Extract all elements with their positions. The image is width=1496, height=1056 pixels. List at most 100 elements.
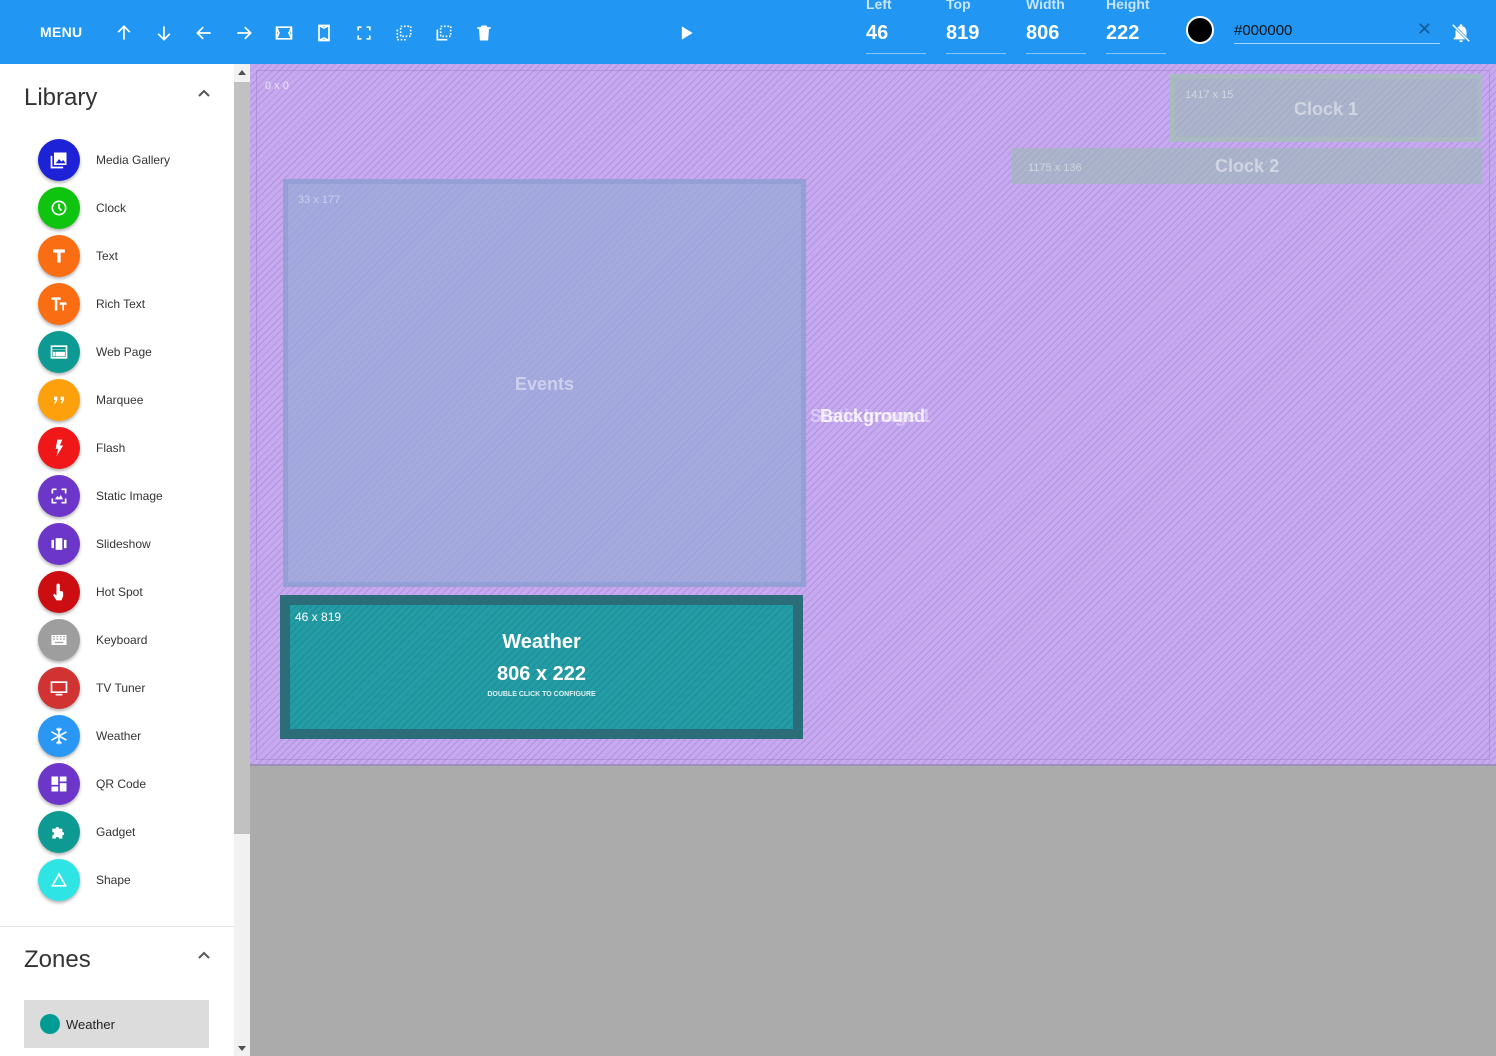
library-item-web-page[interactable]: Web Page — [38, 330, 228, 374]
puzzle-icon — [38, 811, 80, 853]
width-field[interactable]: Width 806 — [1026, 0, 1086, 54]
arrow-up-icon[interactable] — [112, 21, 136, 45]
arrow-right-icon[interactable] — [232, 21, 256, 45]
library-item-static-image[interactable]: Static Image — [38, 474, 228, 518]
flash-icon — [38, 427, 80, 469]
top-value[interactable]: 819 — [946, 22, 979, 45]
chevron-up-icon[interactable] — [196, 86, 212, 102]
clock-1-zone[interactable]: 1417 x 15 Clock 1 — [1170, 74, 1482, 142]
static-image-icon — [38, 475, 80, 517]
notifications-off-icon[interactable] — [1450, 22, 1472, 44]
fullscreen-icon[interactable] — [352, 21, 376, 45]
library-item-marquee[interactable]: Marquee — [38, 378, 228, 422]
snowflake-icon — [38, 715, 80, 757]
library-item-slideshow[interactable]: Slideshow — [38, 522, 228, 566]
weather-coord: 46 x 819 — [295, 610, 342, 624]
library-item-label: Rich Text — [96, 297, 146, 311]
library-item-label: Static Image — [96, 489, 163, 503]
color-swatch[interactable] — [1186, 16, 1214, 44]
library-item-label: Weather — [96, 729, 142, 743]
library-item-label: TV Tuner — [96, 681, 146, 695]
library-item-qr-code[interactable]: QR Code — [38, 762, 228, 806]
events-title: Events — [514, 374, 575, 394]
clock-2-zone[interactable]: 1175 x 136 Clock 2 — [1012, 148, 1482, 184]
canvas-origin-label: 0 x 0 — [265, 80, 289, 92]
weather-zone-content[interactable]: 46 x 819 Weather 806 x 222 DOUBLE CLICK … — [290, 605, 793, 729]
weather-zone[interactable]: 46 x 819 Weather 806 x 222 DOUBLE CLICK … — [280, 595, 803, 739]
events-zone[interactable]: 33 x 177 Events — [283, 179, 806, 587]
clear-icon[interactable]: ✕ — [1417, 19, 1432, 40]
color-hex-input[interactable]: #000000 ✕ — [1234, 18, 1440, 44]
scrollbar-thumb[interactable] — [234, 82, 250, 834]
top-label: Top — [946, 0, 971, 12]
library-item-text[interactable]: Text — [38, 234, 228, 278]
bring-front-icon[interactable] — [392, 21, 416, 45]
library-item-label: Gadget — [96, 825, 136, 839]
library-item-label: Keyboard — [96, 633, 148, 647]
qr-code-icon — [38, 763, 80, 805]
width-label: Width — [1026, 0, 1065, 12]
web-page-icon — [38, 331, 80, 373]
height-field[interactable]: Height 222 — [1106, 0, 1166, 54]
left-value[interactable]: 46 — [866, 22, 888, 45]
library-item-rich-text[interactable]: Rich Text — [38, 282, 228, 326]
menu-button[interactable]: MENU — [40, 24, 82, 40]
library-item-hot-spot[interactable]: Hot Spot — [38, 570, 228, 614]
left-label: Left — [866, 0, 892, 12]
library-item-label: Hot Spot — [96, 585, 143, 599]
library-item-clock[interactable]: Clock — [38, 186, 228, 230]
arrow-down-icon[interactable] — [152, 21, 176, 45]
zones-title: Zones — [24, 946, 91, 973]
triangle-icon — [38, 859, 80, 901]
width-value[interactable]: 806 — [1026, 22, 1059, 45]
keyboard-icon — [38, 619, 80, 661]
zone-item-label: Weather — [66, 1016, 115, 1032]
library-item-label: Clock — [96, 201, 127, 215]
rich-text-icon — [38, 283, 80, 325]
send-back-icon[interactable] — [432, 21, 456, 45]
sidebar-scrollbar[interactable] — [234, 64, 250, 1056]
height-value[interactable]: 222 — [1106, 22, 1139, 45]
library-item-weather[interactable]: Weather — [38, 714, 228, 758]
color-hex-value[interactable]: #000000 — [1234, 22, 1292, 39]
touch-icon — [38, 571, 80, 613]
clock-icon — [38, 187, 80, 229]
background-label: Background — [820, 406, 926, 426]
arrow-left-icon[interactable] — [192, 21, 216, 45]
zone-item-weather[interactable]: Weather — [24, 1000, 209, 1048]
weather-configure-hint: DOUBLE CLICK TO CONFIGURE — [487, 691, 596, 698]
zone-color-dot — [40, 1014, 60, 1034]
left-field[interactable]: Left 46 — [866, 0, 926, 54]
clock-1-title: Clock 1 — [1293, 99, 1359, 119]
scroll-down-arrow[interactable] — [238, 1046, 246, 1051]
library-item-tv-tuner[interactable]: TV Tuner — [38, 666, 228, 710]
quote-icon — [38, 379, 80, 421]
library-item-media-gallery[interactable]: Media Gallery — [38, 138, 228, 182]
delete-icon[interactable] — [472, 21, 496, 45]
library-item-label: Marquee — [96, 393, 144, 407]
library-title: Library — [24, 84, 98, 111]
library-item-keyboard[interactable]: Keyboard — [38, 618, 228, 662]
chevron-up-icon[interactable] — [196, 948, 212, 964]
library-item-label: QR Code — [96, 777, 147, 791]
events-coord: 33 x 177 — [298, 194, 341, 206]
library-item-label: Slideshow — [96, 537, 151, 551]
sidebar: Library Media Gallery Clock Text Rich Te… — [0, 64, 234, 1056]
toolbar: MENU Left 46 Top 819 Width 806 Height 22… — [0, 0, 1496, 64]
library-item-flash[interactable]: Flash — [38, 426, 228, 470]
tv-icon — [38, 667, 80, 709]
text-icon — [38, 235, 80, 277]
fit-width-icon[interactable] — [272, 21, 296, 45]
top-field[interactable]: Top 819 — [946, 0, 1006, 54]
divider — [0, 926, 234, 927]
library-item-label: Shape — [96, 873, 131, 887]
library-item-label: Media Gallery — [96, 153, 171, 167]
layout-canvas[interactable]: 0 x 0 1417 x 15 Clock 1 1175 x 136 Clock… — [250, 64, 1496, 766]
library-item-label: Web Page — [96, 345, 152, 359]
library-item-shape[interactable]: Shape — [38, 858, 228, 902]
clock-2-title: Clock 2 — [1214, 156, 1280, 176]
fit-height-icon[interactable] — [312, 21, 336, 45]
scroll-up-arrow[interactable] — [238, 70, 246, 75]
library-item-gadget[interactable]: Gadget — [38, 810, 228, 854]
play-icon[interactable] — [674, 21, 698, 45]
